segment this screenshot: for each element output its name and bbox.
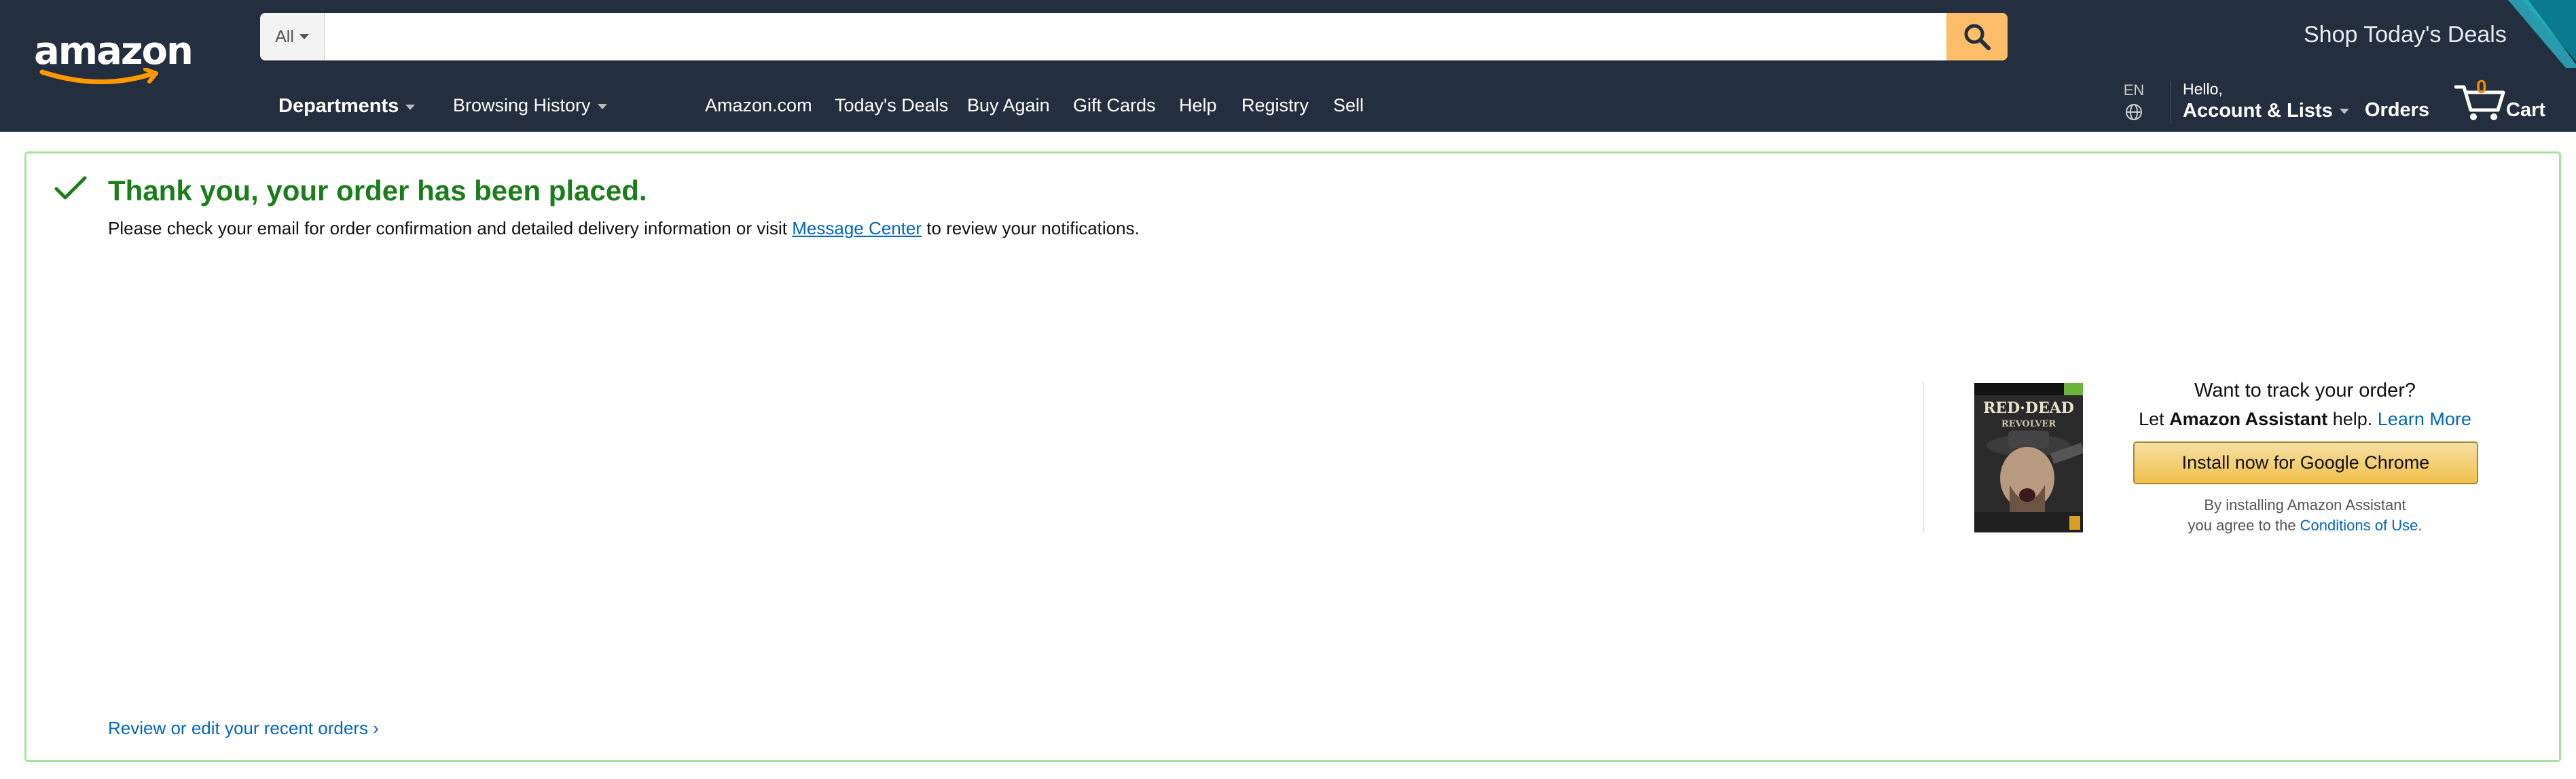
chevron-down-icon — [299, 34, 309, 39]
logo-smile-icon — [39, 68, 158, 84]
language-label: EN — [2123, 81, 2145, 98]
orders-link[interactable]: Orders — [2365, 99, 2429, 122]
account-greeting: Hello, — [2183, 80, 2223, 98]
chevron-down-icon — [405, 104, 416, 110]
confirmation-message: Please check your email for order confir… — [108, 218, 1140, 239]
promo-sub-product: Amazon Assistant — [2169, 409, 2328, 429]
chevron-down-icon — [597, 103, 607, 109]
promo-sub-lead: Let — [2139, 409, 2170, 429]
nav-link-registry[interactable]: Registry — [1241, 95, 1309, 116]
search-icon — [1964, 24, 1991, 50]
nav-link-sell[interactable]: Sell — [1333, 95, 1364, 116]
nav-departments-label: Departments — [278, 95, 399, 117]
top-header: amazon All Shop Today's Deals Department… — [0, 0, 2576, 132]
nav-browsing-history[interactable]: Browsing History — [453, 95, 607, 116]
account-lists-menu[interactable]: Hello, Account & Lists — [2183, 80, 2349, 122]
confirmation-title: Thank you, your order has been placed. — [108, 175, 647, 206]
product-image: RED·DEAD REVOLVER — [1974, 383, 2083, 532]
install-chrome-button[interactable]: Install now for Google Chrome — [2133, 441, 2478, 484]
game-cover-subtitle: REVOLVER — [2001, 419, 2056, 429]
promo-fine-print: By installing Amazon Assistant you agree… — [2132, 495, 2478, 536]
nav-link-help[interactable]: Help — [1179, 95, 1217, 116]
cart-count: 0 — [2476, 76, 2487, 97]
search-scope-dropdown[interactable]: All — [260, 13, 325, 60]
search-bar: All — [260, 13, 2008, 60]
promo-sub-help: help. — [2327, 409, 2378, 429]
nav-link-todays-deals[interactable]: Today's Deals — [835, 95, 948, 116]
nav-link-amazon-com[interactable]: Amazon.com — [705, 95, 812, 116]
check-icon — [54, 176, 87, 200]
promo-fine-line2: you agree to the — [2188, 517, 2300, 534]
order-confirmation-box: Thank you, your order has been placed. P… — [24, 151, 2561, 762]
globe-icon — [2126, 104, 2142, 120]
promo-fine-line1: By installing Amazon Assistant — [2204, 496, 2406, 513]
review-orders-link[interactable]: Review or edit your recent orders › — [108, 718, 379, 739]
chevron-down-icon — [2339, 109, 2349, 115]
banner-decoration-icon — [2508, 0, 2576, 68]
game-cover-art: RED·DEAD REVOLVER — [1974, 383, 2083, 532]
nav-link-buy-again[interactable]: Buy Again — [967, 95, 1050, 116]
account-lists-label: Account & Lists — [2183, 100, 2333, 122]
conditions-of-use-link[interactable]: Conditions of Use — [2300, 517, 2418, 534]
promo-text: Want to track your order? Let Amazon Ass… — [2132, 380, 2478, 430]
shop-deals-label: Shop Today's Deals — [2304, 22, 2507, 48]
promo-fine-period: . — [2418, 517, 2423, 534]
search-button[interactable] — [1946, 13, 2008, 60]
learn-more-link[interactable]: Learn More — [2378, 409, 2471, 429]
language-selector[interactable]: EN — [2120, 81, 2147, 121]
search-input[interactable] — [325, 13, 1946, 60]
cart-button[interactable]: 0 Cart — [2454, 76, 2556, 124]
nav-link-gift-cards[interactable]: Gift Cards — [1073, 95, 1156, 116]
promo-subtitle: Let Amazon Assistant help. Learn More — [2132, 409, 2478, 430]
amazon-logo[interactable]: amazon — [34, 29, 194, 87]
account-lists-label-wrap: Account & Lists — [2183, 100, 2349, 122]
confirmation-message-text: Please check your email for order confir… — [108, 218, 793, 238]
logo-wordmark: amazon — [34, 29, 194, 73]
shop-deals-banner[interactable]: Shop Today's Deals — [2268, 0, 2576, 68]
nav-browsing-history-label: Browsing History — [453, 95, 591, 115]
nav-departments[interactable]: Departments — [278, 95, 416, 117]
search-scope-label: All — [275, 26, 294, 46]
promo-question: Want to track your order? — [2194, 380, 2416, 401]
cart-label: Cart — [2506, 99, 2546, 121]
message-center-link[interactable]: Message Center — [792, 218, 922, 238]
confirmation-message-tail: to review your notifications. — [922, 218, 1140, 238]
game-cover-title: RED·DEAD — [1983, 399, 2074, 417]
promo-divider — [1923, 382, 1924, 533]
